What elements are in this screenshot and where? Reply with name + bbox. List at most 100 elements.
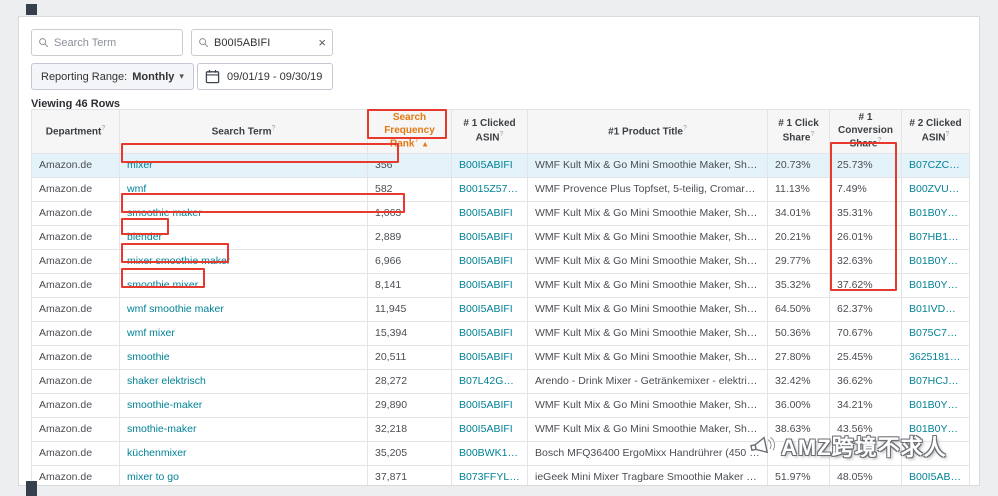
info-icon: ? xyxy=(500,131,504,138)
click-share-cell xyxy=(768,441,830,465)
clicked-asin-1-link[interactable]: B00I5ABIFI xyxy=(452,249,528,273)
search-term-link[interactable]: smoothie maker xyxy=(120,201,368,225)
search-frequency-rank-cell: 356 xyxy=(368,153,452,177)
clicked-asin-1-link[interactable]: B00I5ABIFI xyxy=(452,321,528,345)
department-cell: Amazon.de xyxy=(32,465,120,486)
department-cell: Amazon.de xyxy=(32,393,120,417)
clicked-asin-1-link[interactable]: B00I5ABIFI xyxy=(452,393,528,417)
product-title-cell: ieGeek Mini Mixer Tragbare Smoothie Make… xyxy=(528,465,768,486)
search-term-link[interactable]: mixer xyxy=(120,153,368,177)
click-share-cell: 35.32% xyxy=(768,273,830,297)
col-header-clicked-asin-1[interactable]: # 1 Clicked ASIN? xyxy=(452,110,528,154)
table-row[interactable]: Amazon.de wmf smoothie maker 11,945 B00I… xyxy=(32,297,970,321)
table-row[interactable]: Amazon.de mixer 356 B00I5ABIFI WMF Kult … xyxy=(32,153,970,177)
product-title-cell: WMF Kult Mix & Go Mini Smoothie Maker, S… xyxy=(528,393,768,417)
search-term-link[interactable]: mixer smoothie maker xyxy=(120,249,368,273)
department-cell: Amazon.de xyxy=(32,153,120,177)
clicked-asin-2-link[interactable]: B01B0YRL4M xyxy=(902,201,970,225)
clicked-asin-2-link[interactable]: B01B0YRL4M xyxy=(902,393,970,417)
click-share-cell: 34.01% xyxy=(768,201,830,225)
conversion-share-cell: 34.21% xyxy=(830,393,902,417)
col-header-product-title-1[interactable]: #1 Product Title? xyxy=(528,110,768,154)
table-row[interactable]: Amazon.de shaker elektrisch 28,272 B07L4… xyxy=(32,369,970,393)
search-term-link[interactable]: shaker elektrisch xyxy=(120,369,368,393)
table-row[interactable]: Amazon.de wmf 582 B0015Z57KW WMF Provenc… xyxy=(32,177,970,201)
table-row[interactable]: Amazon.de wmf mixer 15,394 B00I5ABIFI WM… xyxy=(32,321,970,345)
table-row[interactable]: Amazon.de blender 2,889 B00I5ABIFI WMF K… xyxy=(32,225,970,249)
info-icon: ? xyxy=(946,131,950,138)
table-row[interactable]: Amazon.de smothie-maker 32,218 B00I5ABIF… xyxy=(32,417,970,441)
search-term-input[interactable] xyxy=(54,37,176,49)
date-range-picker[interactable]: 09/01/19 - 09/30/19 xyxy=(197,63,333,90)
clicked-asin-1-link[interactable]: B00I5ABIFI xyxy=(452,345,528,369)
table-row[interactable]: Amazon.de smoothie-maker 29,890 B00I5ABI… xyxy=(32,393,970,417)
clicked-asin-1-link[interactable]: B00I5ABIFI xyxy=(452,417,528,441)
search-term-link[interactable]: smothie-maker xyxy=(120,417,368,441)
search-term-link[interactable]: mixer to go xyxy=(120,465,368,486)
col-header-department[interactable]: Department? xyxy=(32,110,120,154)
clicked-asin-2-link[interactable]: B07HB1667H xyxy=(902,225,970,249)
conversion-share-cell xyxy=(830,441,902,465)
clicked-asin-1-link[interactable]: B07L42GR8W xyxy=(452,369,528,393)
clicked-asin-2-link[interactable]: B07HCJQPS3 xyxy=(902,369,970,393)
clicked-asin-2-link[interactable]: B07CZCJH2K xyxy=(902,153,970,177)
search-term-link[interactable]: wmf mixer xyxy=(120,321,368,345)
click-share-cell: 29.77% xyxy=(768,249,830,273)
search-frequency-rank-cell: 28,272 xyxy=(368,369,452,393)
asin-search-input[interactable] xyxy=(214,37,313,49)
product-title-cell: WMF Kult Mix & Go Mini Smoothie Maker, S… xyxy=(528,249,768,273)
search-term-link[interactable]: blender xyxy=(120,225,368,249)
conversion-share-cell: 26.01% xyxy=(830,225,902,249)
clicked-asin-2-link[interactable]: B00I5ABIFI xyxy=(902,465,970,486)
clicked-asin-1-link[interactable]: B0015Z57KW xyxy=(452,177,528,201)
clicked-asin-2-link[interactable]: B01B0YRL4M xyxy=(902,249,970,273)
search-frequency-rank-cell: 6,966 xyxy=(368,249,452,273)
clicked-asin-1-link[interactable]: B073FFYL4J xyxy=(452,465,528,486)
search-term-link[interactable]: wmf xyxy=(120,177,368,201)
clicked-asin-2-link[interactable] xyxy=(902,441,970,465)
clicked-asin-1-link[interactable]: B00I5ABIFI xyxy=(452,273,528,297)
search-term-filter[interactable] xyxy=(31,29,183,56)
table-row[interactable]: Amazon.de mixer to go 37,871 B073FFYL4J … xyxy=(32,465,970,486)
table-row[interactable]: Amazon.de küchenmixer 35,205 B00BWK1RAM … xyxy=(32,441,970,465)
table-row[interactable]: Amazon.de mixer smoothie maker 6,966 B00… xyxy=(32,249,970,273)
clicked-asin-1-link[interactable]: B00I5ABIFI xyxy=(452,225,528,249)
click-share-cell: 36.00% xyxy=(768,393,830,417)
clicked-asin-2-link[interactable]: B01IVDX644 xyxy=(902,297,970,321)
col-header-search-frequency-rank[interactable]: Search Frequency Rank? ▲ xyxy=(368,110,452,154)
search-term-link[interactable]: smoothie mixer xyxy=(120,273,368,297)
table-row[interactable]: Amazon.de smoothie maker 1,063 B00I5ABIF… xyxy=(32,201,970,225)
clicked-asin-1-link[interactable]: B00BWK1RAM xyxy=(452,441,528,465)
col-header-conversion-share-1[interactable]: # 1 Conversion Share? xyxy=(830,110,902,154)
search-term-link[interactable]: wmf smoothie maker xyxy=(120,297,368,321)
search-icon xyxy=(38,37,49,48)
clicked-asin-2-link[interactable]: B01B0YRL4M xyxy=(902,273,970,297)
department-cell: Amazon.de xyxy=(32,369,120,393)
clicked-asin-1-link[interactable]: B00I5ABIFI xyxy=(452,153,528,177)
table-row[interactable]: Amazon.de smoothie mixer 8,141 B00I5ABIF… xyxy=(32,273,970,297)
clicked-asin-1-link[interactable]: B00I5ABIFI xyxy=(452,297,528,321)
col-header-click-share-1[interactable]: # 1 Click Share? xyxy=(768,110,830,154)
click-share-cell: 38.63% xyxy=(768,417,830,441)
clear-search-icon[interactable]: × xyxy=(318,36,326,49)
product-title-cell: WMF Kult Mix & Go Mini Smoothie Maker, S… xyxy=(528,321,768,345)
search-icon xyxy=(198,37,209,48)
asin-filter[interactable]: × xyxy=(191,29,333,56)
col-header-search-term[interactable]: Search Term? xyxy=(120,110,368,154)
clicked-asin-2-link[interactable]: 362518138X xyxy=(902,345,970,369)
department-cell: Amazon.de xyxy=(32,225,120,249)
col-header-clicked-asin-2[interactable]: # 2 Clicked ASIN? xyxy=(902,110,970,154)
reporting-range-dropdown[interactable]: Reporting Range: Monthly ▾ xyxy=(31,63,194,90)
department-cell: Amazon.de xyxy=(32,345,120,369)
info-icon: ? xyxy=(810,131,814,138)
search-term-link[interactable]: smoothie xyxy=(120,345,368,369)
clicked-asin-2-link[interactable]: B01B0YRL4M xyxy=(902,417,970,441)
clicked-asin-1-link[interactable]: B00I5ABIFI xyxy=(452,201,528,225)
table-row[interactable]: Amazon.de smoothie 20,511 B00I5ABIFI WMF… xyxy=(32,345,970,369)
click-share-cell: 11.13% xyxy=(768,177,830,201)
search-term-link[interactable]: smoothie-maker xyxy=(120,393,368,417)
search-frequency-rank-cell: 37,871 xyxy=(368,465,452,486)
clicked-asin-2-link[interactable]: B00ZVUZVFI xyxy=(902,177,970,201)
search-term-link[interactable]: küchenmixer xyxy=(120,441,368,465)
clicked-asin-2-link[interactable]: B075C74ZJP xyxy=(902,321,970,345)
